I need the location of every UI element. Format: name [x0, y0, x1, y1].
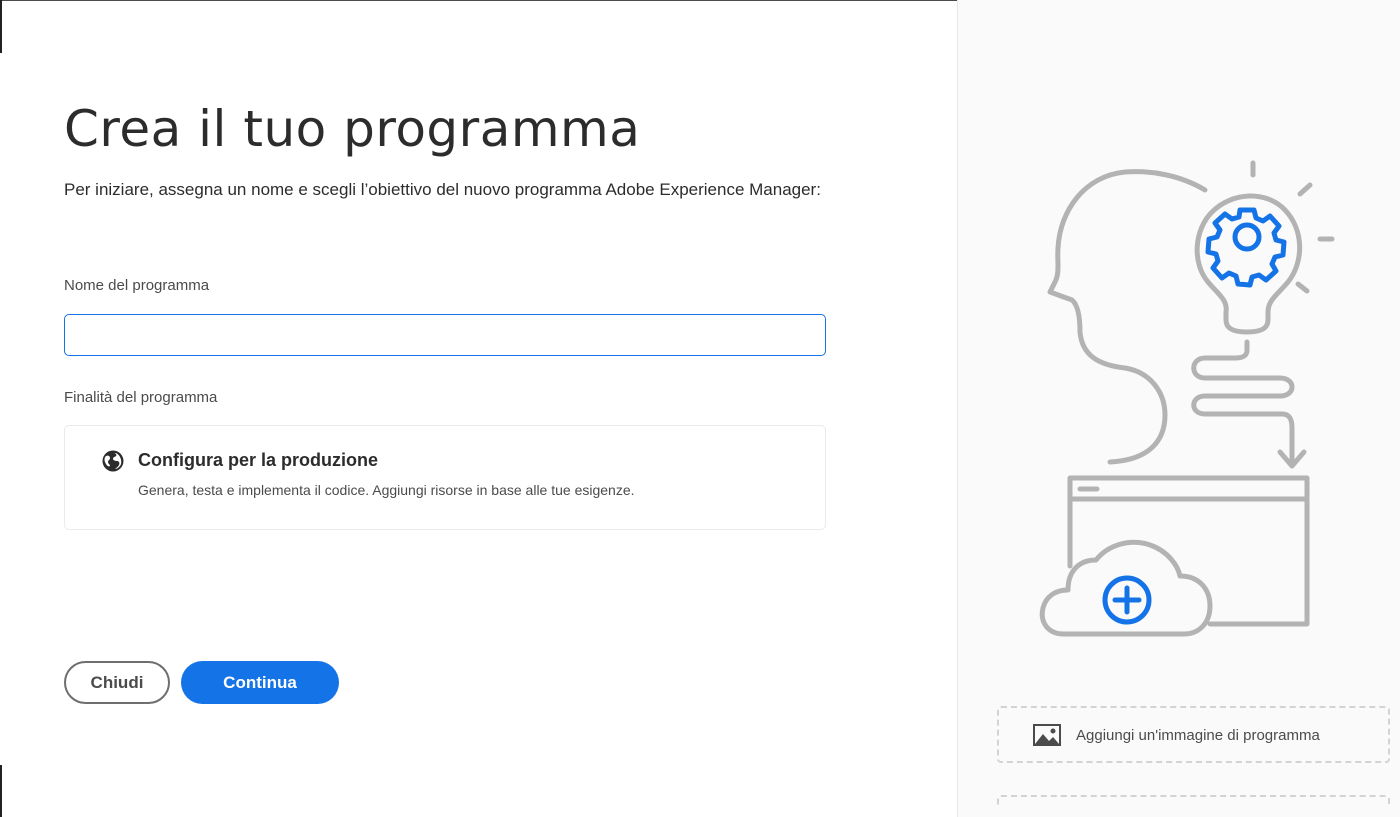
- purpose-option-production[interactable]: Configura per la produzione Genera, test…: [64, 425, 826, 530]
- program-name-input[interactable]: [64, 314, 826, 356]
- lightbulb-icon: [1194, 193, 1303, 335]
- purpose-option-title: Configura per la produzione: [138, 450, 379, 470]
- page-subtitle: Per iniziare, assegna un nome e scegli l…: [64, 180, 821, 199]
- plus-icon: [1102, 575, 1152, 625]
- add-program-image-label: Aggiungi un'immagine di programma: [1076, 727, 1320, 744]
- head-icon: [1047, 169, 1208, 465]
- add-program-image-button[interactable]: Aggiungi un'immagine di programma: [997, 706, 1390, 763]
- program-name-label: Nome del programma: [64, 277, 210, 294]
- program-purpose-label: Finalità del programma: [64, 389, 218, 406]
- purpose-option-description: Genera, testa e implementa il codice. Ag…: [138, 482, 635, 498]
- gear-icon: [1205, 207, 1287, 288]
- page-title: Crea il tuo programma: [64, 100, 641, 158]
- close-button[interactable]: Chiudi: [64, 661, 170, 704]
- image-icon: [1033, 724, 1061, 746]
- continue-button[interactable]: Continua: [181, 661, 339, 704]
- additional-dropzone-edge: [997, 795, 1390, 805]
- globe-icon: [102, 450, 124, 472]
- program-illustration: [1039, 160, 1335, 637]
- create-program-form-pane: Crea il tuo programma Per iniziare, asse…: [0, 0, 956, 817]
